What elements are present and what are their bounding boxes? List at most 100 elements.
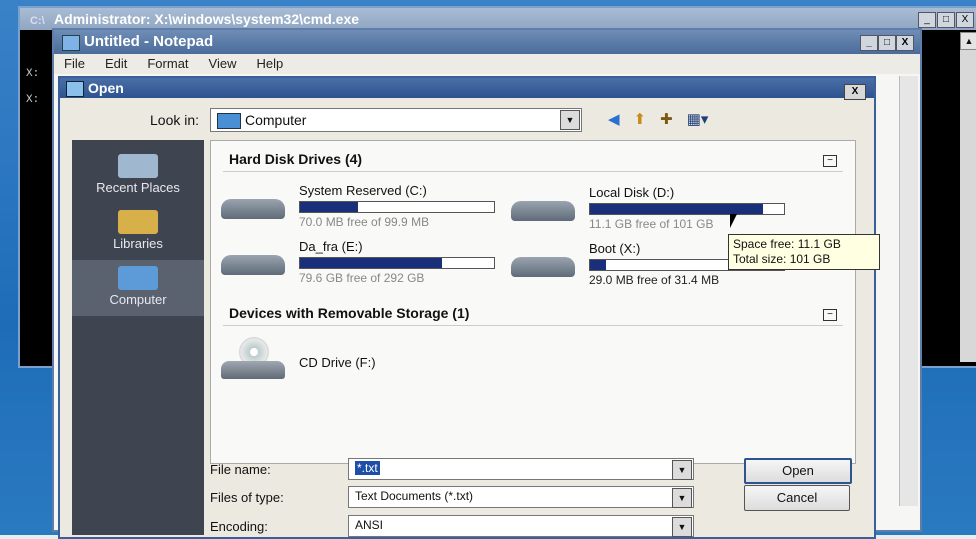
cmd-prompt-line: X: xyxy=(26,94,40,106)
encoding-value: ANSI xyxy=(355,518,384,532)
computer-icon xyxy=(217,113,241,129)
cmd-prompt-line: X: xyxy=(26,68,40,80)
dialog-toolbar: ◀ ⬆ ✚ ▦▾ xyxy=(608,110,708,128)
cd-drive-base xyxy=(221,361,285,379)
look-in-value: Computer xyxy=(245,112,307,128)
menu-edit[interactable]: Edit xyxy=(105,54,127,74)
dialog-close-button[interactable]: X xyxy=(844,84,866,100)
menu-file[interactable]: File xyxy=(64,54,85,74)
drive-free-space: 29.0 MB free of 31.4 MB xyxy=(589,273,720,287)
cmd-title: Administrator: X:\windows\system32\cmd.e… xyxy=(54,11,360,27)
scroll-up-icon[interactable]: ▲ xyxy=(960,32,976,50)
place-libraries[interactable]: Libraries xyxy=(72,204,204,260)
chevron-down-icon[interactable]: ▼ xyxy=(672,488,692,508)
cancel-button[interactable]: Cancel xyxy=(744,485,850,511)
place-label: Recent Places xyxy=(96,180,180,195)
look-in-label: Look in: xyxy=(150,112,200,128)
file-type-value: Text Documents (*.txt) xyxy=(355,489,474,503)
drive-usage-fill xyxy=(590,204,763,214)
recent-places-icon xyxy=(118,154,158,178)
drive-name: Da_fra (E:) xyxy=(299,239,363,254)
notepad-minimize-button[interactable]: _ xyxy=(860,35,878,51)
file-type-select[interactable]: Text Documents (*.txt) ▼ xyxy=(348,486,694,508)
notepad-close-button[interactable]: X xyxy=(896,35,914,51)
collapse-icon[interactable]: − xyxy=(823,309,837,321)
place-label: Libraries xyxy=(113,236,163,251)
drive-usage-fill xyxy=(590,260,606,270)
section-hard-disk-drives[interactable]: Hard Disk Drives (4) xyxy=(229,151,362,167)
drive-name: Local Disk (D:) xyxy=(589,185,675,200)
cmd-window-buttons: _ □ X xyxy=(918,12,974,28)
notepad-window-buttons: _ □ X xyxy=(860,35,914,51)
drive-usage-bar xyxy=(589,203,785,215)
encoding-select[interactable]: ANSI ▼ xyxy=(348,515,694,537)
file-name-input[interactable]: *.txt ▼ xyxy=(348,458,694,480)
file-name-value: *.txt xyxy=(355,461,380,475)
file-list-view[interactable]: Hard Disk Drives (4) − System Reserved (… xyxy=(210,140,856,464)
hard-drive-icon xyxy=(221,255,285,275)
hard-drive-icon xyxy=(511,257,575,277)
drive-d[interactable]: Local Disk (D:) 11.1 GB free of 101 GB xyxy=(511,185,801,233)
chevron-down-icon[interactable]: ▼ xyxy=(560,110,580,130)
drive-free-space: 11.1 GB free of 101 GB xyxy=(589,217,714,231)
open-button[interactable]: Open xyxy=(744,458,852,484)
cmd-system-icon: C:\ xyxy=(30,15,45,27)
look-in-dropdown[interactable]: Computer ▼ xyxy=(210,108,582,132)
open-dialog: Open X Look in: Computer ▼ ◀ ⬆ ✚ ▦▾ Rece… xyxy=(58,76,880,539)
drive-usage-bar xyxy=(299,201,495,213)
place-computer[interactable]: Computer xyxy=(72,260,204,316)
drive-free-space: 70.0 MB free of 99.9 MB xyxy=(299,215,430,229)
tooltip-space-free: Space free: 11.1 GB xyxy=(733,237,841,251)
file-type-label: Files of type: xyxy=(210,490,284,505)
menu-view[interactable]: View xyxy=(209,54,237,74)
dialog-icon xyxy=(66,81,84,97)
drive-name: System Reserved (C:) xyxy=(299,183,427,198)
drive-usage-fill xyxy=(300,202,359,212)
mouse-cursor-icon xyxy=(730,214,737,228)
new-folder-icon[interactable]: ✚ xyxy=(660,110,673,128)
drive-c[interactable]: System Reserved (C:) 70.0 MB free of 99.… xyxy=(221,183,511,231)
hard-drive-icon xyxy=(221,199,285,219)
cd-drive-icon xyxy=(221,337,285,381)
place-label: Computer xyxy=(109,292,167,307)
dialog-title: Open xyxy=(88,80,124,96)
notepad-icon xyxy=(62,35,80,51)
menu-help[interactable]: Help xyxy=(256,54,283,74)
cmd-close-button[interactable]: X xyxy=(956,12,974,28)
drive-f[interactable]: CD Drive (F:) xyxy=(221,337,421,385)
section-divider xyxy=(223,171,843,172)
places-bar: Recent Places Libraries Computer xyxy=(72,140,204,535)
notepad-scrollbar[interactable] xyxy=(899,76,918,506)
file-name-label: File name: xyxy=(210,462,271,477)
back-icon[interactable]: ◀ xyxy=(608,110,620,128)
drive-free-space: 79.6 GB free of 292 GB xyxy=(299,271,425,285)
collapse-icon[interactable]: − xyxy=(823,155,837,167)
tooltip-total-size: Total size: 101 GB xyxy=(733,252,831,266)
up-folder-icon[interactable]: ⬆ xyxy=(634,110,647,128)
place-recent-places[interactable]: Recent Places xyxy=(72,148,204,204)
notepad-menu-bar: File Edit Format View Help xyxy=(54,54,920,74)
dialog-title-bar[interactable]: Open X xyxy=(60,78,874,100)
drive-tooltip: Space free: 11.1 GB Total size: 101 GB xyxy=(728,234,880,270)
section-removable-storage[interactable]: Devices with Removable Storage (1) xyxy=(229,305,469,321)
chevron-down-icon[interactable]: ▼ xyxy=(672,460,692,480)
view-menu-icon[interactable]: ▦▾ xyxy=(687,110,709,128)
cmd-minimize-button[interactable]: _ xyxy=(918,12,936,28)
cmd-title-bar[interactable]: C:\ Administrator: X:\windows\system32\c… xyxy=(20,8,976,30)
hard-drive-icon xyxy=(511,201,575,221)
notepad-title: Untitled - Notepad xyxy=(84,33,214,50)
section-divider xyxy=(223,325,843,326)
cmd-maximize-button[interactable]: □ xyxy=(937,12,955,28)
drive-name: Boot (X:) xyxy=(589,241,641,256)
drive-usage-fill xyxy=(300,258,442,268)
drive-name: CD Drive (F:) xyxy=(299,355,376,370)
notepad-maximize-button[interactable]: □ xyxy=(878,35,896,51)
notepad-title-bar[interactable]: Untitled - Notepad _ □ X xyxy=(54,30,920,54)
libraries-icon xyxy=(118,210,158,234)
drive-e[interactable]: Da_fra (E:) 79.6 GB free of 292 GB xyxy=(221,239,511,287)
cmd-scrollbar[interactable]: ▲ xyxy=(960,32,976,362)
menu-format[interactable]: Format xyxy=(147,54,188,74)
drive-usage-bar xyxy=(299,257,495,269)
encoding-label: Encoding: xyxy=(210,519,268,534)
chevron-down-icon[interactable]: ▼ xyxy=(672,517,692,537)
